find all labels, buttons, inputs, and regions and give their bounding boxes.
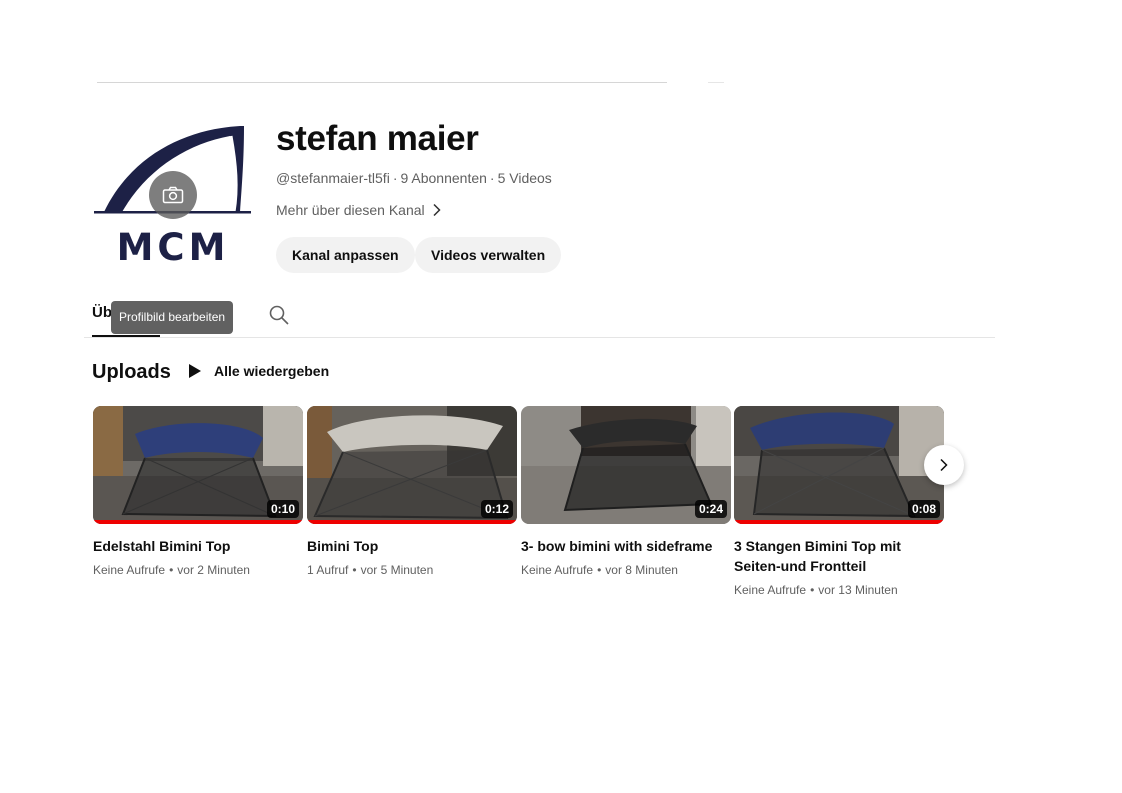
manage-videos-button[interactable]: Videos verwalten	[415, 237, 562, 273]
video-title[interactable]: 3 Stangen Bimini Top mit Seiten-und Fron…	[734, 536, 934, 576]
video-meta: Keine Aufrufe • vor 2 Minuten	[93, 562, 303, 578]
subscriber-count: 9 Abonnenten	[400, 170, 487, 186]
meta-dot: •	[810, 583, 815, 597]
channel-search-button[interactable]	[268, 304, 290, 326]
video-title[interactable]: 3- bow bimini with sideframe	[521, 536, 721, 556]
video-duration: 0:08	[907, 500, 940, 518]
video-thumbnail[interactable]: 0:12	[307, 406, 517, 524]
uploads-title[interactable]: Uploads	[92, 360, 171, 384]
chevron-right-icon	[940, 458, 948, 472]
watch-progress-bar	[734, 520, 944, 524]
video-meta: 1 Aufruf • vor 5 Minuten	[307, 562, 517, 578]
video-age: vor 2 Minuten	[177, 563, 250, 577]
watch-progress-bar	[307, 520, 517, 524]
meta-dot: •	[352, 563, 357, 577]
video-count: 5 Videos	[497, 170, 552, 186]
tabs-divider	[84, 337, 995, 338]
video-title[interactable]: Edelstahl Bimini Top	[93, 536, 293, 556]
video-duration: 0:24	[694, 500, 727, 518]
watch-progress-bar	[93, 520, 303, 524]
carousel-next-button[interactable]	[924, 445, 964, 485]
video-card[interactable]: 0:12 Bimini Top 1 Aufruf • vor 5 Minuten	[307, 406, 517, 578]
channel-handle: @stefanmaier-tl5fi	[276, 170, 390, 186]
chevron-right-icon	[433, 203, 441, 217]
play-icon	[189, 364, 201, 378]
meta-dot: •	[597, 563, 602, 577]
video-card[interactable]: 0:10 Edelstahl Bimini Top Keine Aufrufe •…	[93, 406, 303, 578]
logo-text: MCM	[117, 226, 230, 269]
video-meta: Keine Aufrufe • vor 13 Minuten	[734, 582, 944, 598]
video-views: 1 Aufruf	[307, 563, 349, 577]
video-duration: 0:10	[266, 500, 299, 518]
avatar-tooltip: Profilbild bearbeiten	[111, 301, 234, 334]
video-views: Keine Aufrufe	[93, 563, 166, 577]
video-card[interactable]: 0:24 3- bow bimini with sideframe Keine …	[521, 406, 731, 578]
camera-icon	[162, 186, 184, 204]
video-thumbnail[interactable]: 0:08	[734, 406, 944, 524]
customize-channel-button[interactable]: Kanal anpassen	[276, 237, 415, 273]
video-meta: Keine Aufrufe • vor 8 Minuten	[521, 562, 731, 578]
video-views: Keine Aufrufe	[734, 583, 807, 597]
channel-meta: @stefanmaier-tl5fi · 9 Abonnenten · 5 Videos	[276, 168, 552, 188]
video-card[interactable]: 0:08 3 Stangen Bimini Top mit Seiten-und…	[734, 406, 944, 598]
video-title[interactable]: Bimini Top	[307, 536, 507, 556]
video-age: vor 8 Minuten	[605, 563, 678, 577]
meta-dot: •	[169, 563, 174, 577]
meta-separator: ·	[392, 170, 398, 186]
play-all-button[interactable]: Alle wiedergeben	[188, 361, 329, 381]
more-about-channel-link[interactable]: Mehr über diesen Kanal	[276, 200, 443, 220]
more-about-label: Mehr über diesen Kanal	[276, 202, 425, 218]
video-age: vor 5 Minuten	[360, 563, 434, 577]
top-divider	[97, 82, 667, 83]
video-age: vor 13 Minuten	[818, 583, 898, 597]
edit-avatar-button[interactable]	[149, 171, 197, 219]
video-thumbnail[interactable]: 0:24	[521, 406, 731, 524]
tab-home[interactable]: Üb	[92, 303, 112, 323]
top-divider-fragment	[708, 82, 724, 83]
meta-separator: ·	[489, 170, 495, 186]
play-all-label: Alle wiedergeben	[214, 363, 330, 379]
video-views: Keine Aufrufe	[521, 563, 594, 577]
search-icon	[269, 305, 289, 325]
video-thumbnail[interactable]: 0:10	[93, 406, 303, 524]
video-duration: 0:12	[480, 500, 513, 518]
channel-name: stefan maier	[276, 119, 479, 158]
